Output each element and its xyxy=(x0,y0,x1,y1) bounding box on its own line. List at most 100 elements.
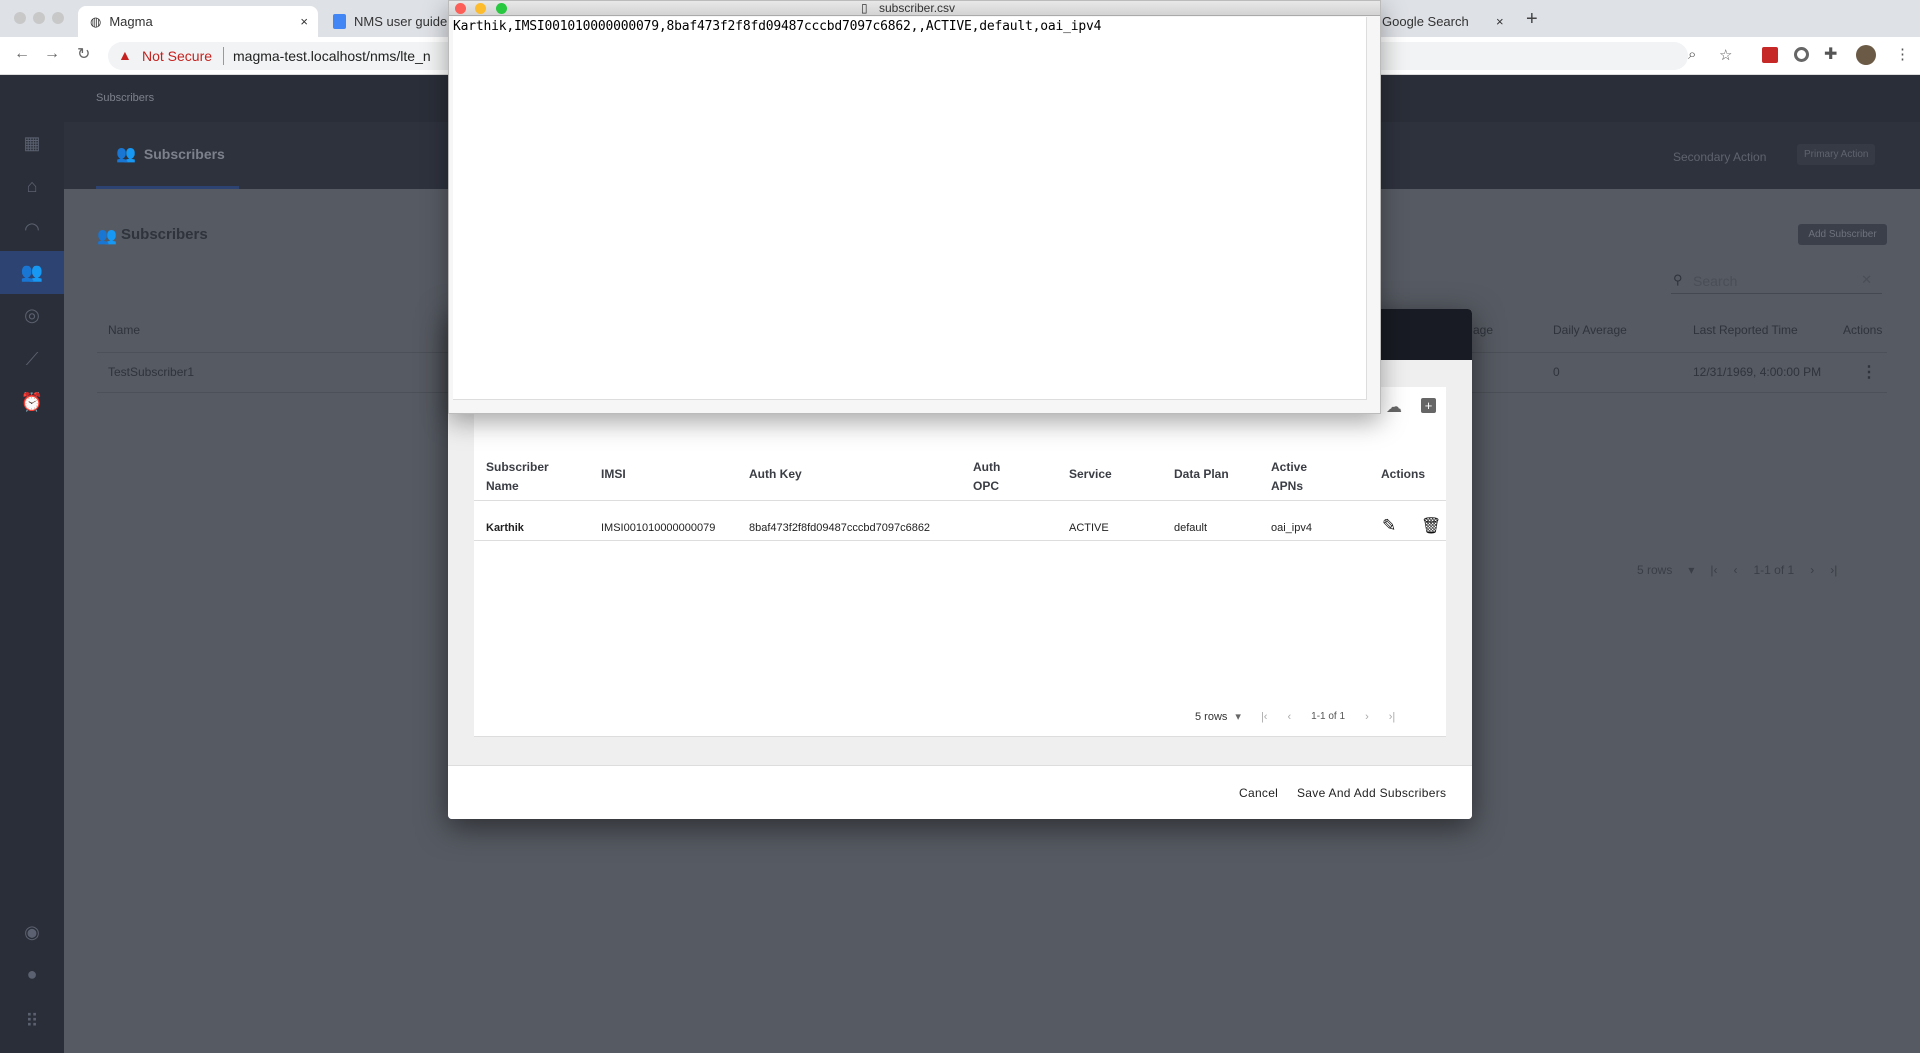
window-controls xyxy=(14,12,64,24)
minimize-window-button[interactable] xyxy=(475,3,486,14)
back-icon[interactable]: ← xyxy=(14,45,30,63)
secondary-action-button[interactable]: Secondary Action xyxy=(1673,150,1766,164)
puzzle-icon[interactable]: ✚ xyxy=(1824,44,1837,64)
text-editor-window: ▯ subscriber.csv Karthik,IMSI00101000000… xyxy=(448,0,1381,414)
close-tab-button[interactable]: × xyxy=(300,14,308,29)
broadcast-icon[interactable]: ◎ xyxy=(0,294,64,337)
maximize-window-button[interactable] xyxy=(496,3,507,14)
tab-nms-user-guide[interactable]: NMS user guide xyxy=(321,6,451,37)
dropdown-icon[interactable]: ▾ xyxy=(1235,710,1241,723)
subscriber-name-link[interactable]: TestSubscriber1 xyxy=(108,365,194,379)
editor-title-bar[interactable]: ▯ subscriber.csv xyxy=(449,1,1380,16)
minimize-window-button[interactable] xyxy=(33,12,45,24)
column-header: Actions xyxy=(1381,467,1426,481)
maximize-window-button[interactable] xyxy=(52,12,64,24)
first-page-icon[interactable]: |‹ xyxy=(1261,711,1268,723)
column-header: Last Reported Time xyxy=(1693,323,1798,337)
apps-icon[interactable]: ⠿ xyxy=(0,1000,64,1043)
prev-page-icon[interactable]: ‹ xyxy=(1287,711,1291,723)
prev-page-icon[interactable]: ‹ xyxy=(1734,563,1738,577)
menu-icon[interactable]: ⋮ xyxy=(1895,45,1910,63)
cancel-button[interactable]: Cancel xyxy=(1239,786,1278,800)
wifi-icon[interactable]: ◠ xyxy=(0,208,64,251)
column-header: Subscriber Name xyxy=(486,460,549,493)
forward-icon[interactable]: → xyxy=(44,45,60,63)
clear-icon[interactable]: ✕ xyxy=(1861,272,1872,288)
extension-icon[interactable] xyxy=(1794,47,1809,62)
section-title: Subscribers xyxy=(121,226,208,243)
column-header: Name xyxy=(108,323,141,337)
column-header: Active APNs xyxy=(1271,460,1308,493)
last-page-icon[interactable]: ›| xyxy=(1389,711,1396,723)
zoom-icon[interactable]: ⌕ xyxy=(1688,46,1696,63)
imsi: IMSI001010000000079 xyxy=(601,522,716,534)
add-subscriber-button[interactable]: Add Subscriber xyxy=(1798,224,1887,245)
add-box-icon[interactable]: + xyxy=(1421,398,1436,413)
column-header: Daily Average xyxy=(1553,323,1627,337)
security-status[interactable]: Not Secure xyxy=(142,48,212,64)
docs-icon xyxy=(333,14,346,29)
close-window-button[interactable] xyxy=(14,12,26,24)
router-icon[interactable]: ⌂ xyxy=(0,165,64,208)
search-icon: ⚲ xyxy=(1673,272,1683,287)
window-title: subscriber.csv xyxy=(879,1,956,15)
file-content: Karthik,IMSI001010000000079,8baf473f2f8f… xyxy=(453,19,1102,34)
divider xyxy=(474,500,1446,501)
divider xyxy=(474,540,1446,541)
last-reported-time: 12/31/1969, 4:00:00 PM xyxy=(1693,365,1822,379)
star-icon[interactable]: ☆ xyxy=(1719,46,1732,64)
dialog-footer: Cancel Save And Add Subscribers xyxy=(448,765,1472,819)
delete-icon[interactable]: 🗑 xyxy=(1421,516,1441,536)
file-icon: ▯ xyxy=(861,1,868,15)
tab-magma[interactable]: ◍ Magma × xyxy=(78,6,318,37)
code-icon[interactable]: ◉ xyxy=(0,911,64,954)
more-icon[interactable]: ⋮ xyxy=(1861,362,1877,382)
metrics-icon[interactable]: ⟋ xyxy=(0,338,64,381)
daily-average: 0 xyxy=(1553,365,1560,379)
next-page-icon[interactable]: › xyxy=(1365,711,1369,723)
tab-subscribers[interactable]: 👥 Subscribers xyxy=(96,122,239,189)
extension-icon[interactable] xyxy=(1762,47,1778,63)
editor-text-area[interactable]: Karthik,IMSI001010000000079,8baf473f2f8f… xyxy=(453,17,1367,400)
avatar[interactable] xyxy=(1856,45,1876,65)
cloud-upload-icon[interactable]: ☁ xyxy=(1386,397,1402,417)
search-input[interactable]: ⚲ Search ✕ xyxy=(1671,270,1882,294)
column-header: Actions xyxy=(1843,323,1883,337)
primary-action-button[interactable]: Primary Action xyxy=(1797,144,1876,165)
alarm-icon[interactable]: ⏰ xyxy=(0,381,64,424)
pagination: 5 rows ▾ |‹ ‹ 1-1 of 1 › ›| xyxy=(1637,563,1837,577)
globe-icon: ◍ xyxy=(90,13,102,29)
divider xyxy=(223,47,224,65)
dropdown-icon[interactable]: ▾ xyxy=(1688,563,1694,577)
reload-icon[interactable]: ↻ xyxy=(77,44,90,64)
first-page-icon[interactable]: |‹ xyxy=(1710,563,1717,577)
close-window-button[interactable] xyxy=(455,3,466,14)
auth-key: 8baf473f2f8fd09487cccbd7097c6862 xyxy=(749,522,931,534)
edit-icon[interactable]: ✎ xyxy=(1382,516,1396,536)
save-and-add-subscribers-button[interactable]: Save And Add Subscribers xyxy=(1297,786,1446,800)
column-header: Auth OPC xyxy=(973,460,1001,493)
tab-google-search[interactable]: Google Search × xyxy=(1370,6,1510,37)
people-icon: 👥 xyxy=(97,228,117,245)
close-tab-button[interactable]: × xyxy=(1496,14,1504,29)
url-text[interactable]: magma-test.localhost/nms/lte_n xyxy=(233,48,431,64)
subscribers-table-card: ☁ + Subscriber Name IMSI Auth Key Auth O… xyxy=(474,387,1446,737)
next-page-icon[interactable]: › xyxy=(1810,563,1814,577)
column-header: age xyxy=(1473,323,1494,337)
column-header: IMSI xyxy=(601,467,626,481)
service: ACTIVE xyxy=(1069,522,1109,534)
column-header: Service xyxy=(1069,467,1112,481)
active-apns: oai_ipv4 xyxy=(1271,522,1312,534)
page-range: 1-1 of 1 xyxy=(1311,711,1346,722)
last-page-icon[interactable]: ›| xyxy=(1830,563,1837,577)
warning-icon: ▲ xyxy=(118,47,132,63)
rows-per-page-select[interactable]: 5 rows xyxy=(1637,563,1672,577)
subscriber-name: Karthik xyxy=(486,522,524,534)
page-range: 1-1 of 1 xyxy=(1753,563,1795,577)
new-tab-button[interactable]: + xyxy=(1526,8,1538,31)
rows-per-page-select[interactable]: 5 rows xyxy=(1195,711,1227,723)
dashboard-icon[interactable]: ▦ xyxy=(0,122,64,165)
people-icon[interactable]: 👥 xyxy=(0,251,64,294)
account-icon[interactable]: ● xyxy=(0,953,64,996)
pagination: 5 rows ▾ |‹ ‹ 1-1 of 1 › ›| xyxy=(1195,710,1396,724)
